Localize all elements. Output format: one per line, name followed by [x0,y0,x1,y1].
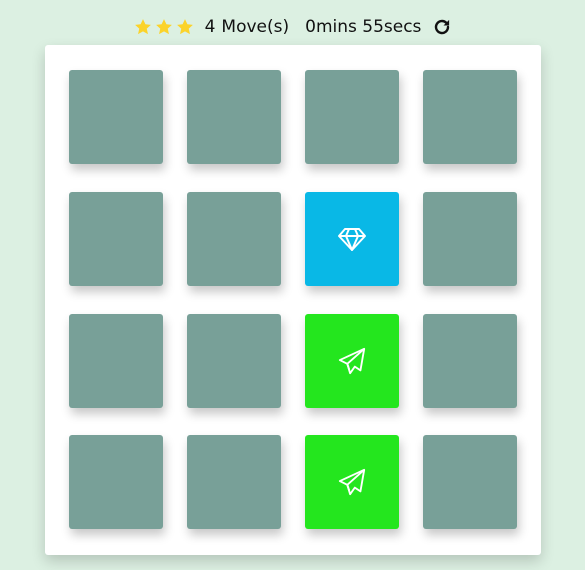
card-4-4[interactable] [423,435,517,529]
card-4-2[interactable] [187,435,281,529]
timer: 0mins 55secs [305,17,421,37]
paper-plane-icon [337,346,367,376]
diamond-icon [336,223,368,255]
card-2-1[interactable] [69,192,163,286]
star-rating [134,18,197,36]
card-deck [45,45,541,555]
timer-text: 0mins 55secs [305,17,422,37]
moves-count: 4 [204,17,216,37]
star-icon [155,18,173,36]
moves-label: Move(s) [221,17,290,37]
card-3-2[interactable] [187,314,281,408]
card-2-3[interactable] [305,192,399,286]
card-2-2[interactable] [187,192,281,286]
card-3-3[interactable] [305,314,399,408]
star-icon [176,18,194,36]
score-panel: 4 Move(s) 0mins 55secs [0,14,585,40]
card-1-4[interactable] [423,70,517,164]
card-1-2[interactable] [187,70,281,164]
star-icon [134,18,152,36]
card-4-3[interactable] [305,435,399,529]
card-3-1[interactable] [69,314,163,408]
restart-button[interactable] [433,18,451,36]
card-3-4[interactable] [423,314,517,408]
card-4-1[interactable] [69,435,163,529]
moves-counter: 4 Move(s) [205,17,290,37]
card-2-4[interactable] [423,192,517,286]
paper-plane-icon [337,467,367,497]
card-1-3[interactable] [305,70,399,164]
refresh-icon [435,19,450,35]
card-1-1[interactable] [69,70,163,164]
